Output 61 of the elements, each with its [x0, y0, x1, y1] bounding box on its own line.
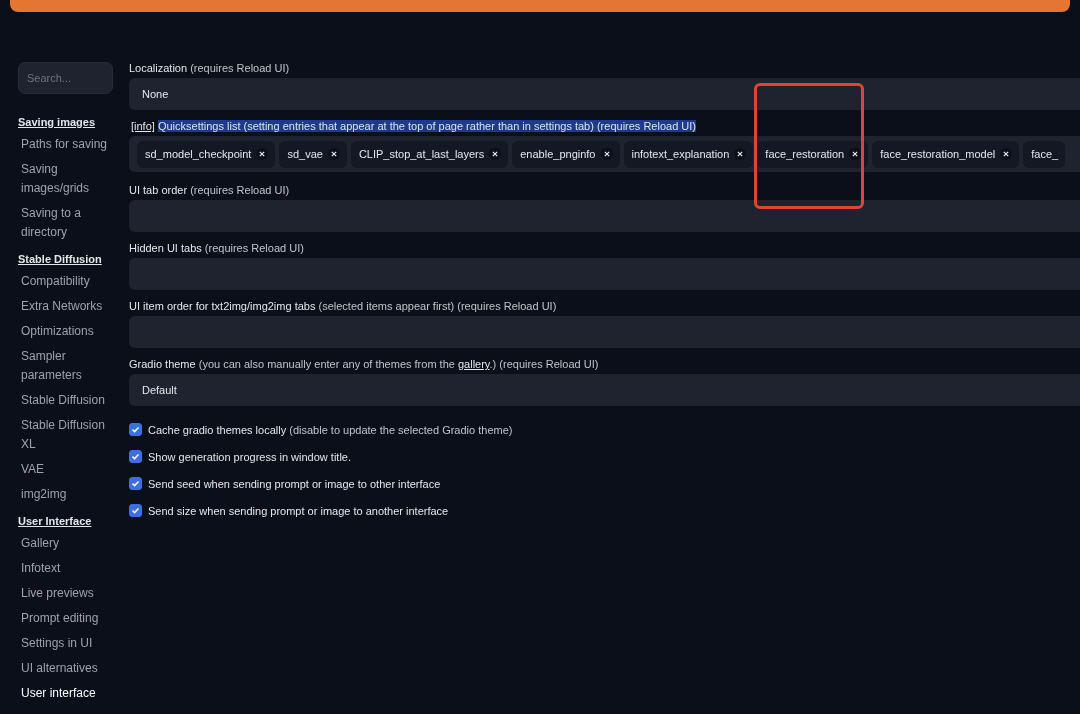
close-icon[interactable]: [849, 148, 862, 160]
checkbox[interactable]: [129, 450, 142, 463]
setting-tag[interactable]: face_: [1023, 140, 1066, 168]
setting-tag[interactable]: infotext_explanation: [623, 140, 754, 168]
setting-tag[interactable]: enable_pnginfo: [512, 140, 620, 168]
setting-label: UI tab order (requires Reload UI): [129, 184, 291, 196]
setting-label: Localization (requires Reload UI): [129, 62, 291, 74]
setting-label: Quicksettings list (setting entries that appear at the top of page rather than in settings tab) (requires Reload UI): [157, 120, 696, 132]
close-icon[interactable]: [327, 148, 340, 160]
checkbox-label: Send seed when sending prompt or image to other interface: [148, 477, 441, 490]
checkbox-label: Send size when sending prompt or image to another interface: [148, 504, 449, 517]
setting-tag[interactable]: sd_vae: [279, 140, 347, 168]
check-icon: [131, 479, 140, 488]
checkbox-label: Show generation progress in window title.: [148, 450, 351, 463]
sidebar-item[interactable]: Extra Networks: [18, 294, 110, 319]
sidebar-item[interactable]: Saving images/grids: [18, 157, 110, 201]
check-icon: [131, 506, 140, 515]
close-icon[interactable]: [489, 148, 502, 160]
sidebar-item[interactable]: Optimizations: [18, 319, 110, 344]
sidebar-item[interactable]: Stable Diffusion: [18, 388, 110, 413]
setting-tag[interactable]: sd_model_checkpoint: [137, 140, 276, 168]
checkbox[interactable]: [129, 477, 142, 490]
checkbox[interactable]: [129, 504, 142, 517]
tag-field[interactable]: sd_model_checkpoint sd_vae CLIP_stop_at_last_layers enable_pnginfo infotext_explanation face_restoration face_restoration_model face_: [129, 136, 1080, 172]
sidebar-item[interactable]: Settings in UI: [18, 631, 110, 656]
dropdown-field[interactable]: None: [129, 78, 1080, 110]
sidebar-item[interactable]: Infotext: [18, 556, 110, 581]
sidebar-item[interactable]: Saving to a directory: [18, 201, 110, 245]
check-icon: [131, 425, 140, 434]
info-link[interactable]: [info]: [131, 120, 155, 132]
sidebar-item[interactable]: UI alternatives: [18, 656, 110, 681]
sidebar-item[interactable]: User interface: [18, 681, 110, 706]
setting-label: UI item order for txt2img/img2img tabs (selected items appear first) (requires Reload UI): [129, 300, 558, 312]
sidebar-item[interactable]: Sampler parameters: [18, 344, 110, 388]
close-icon[interactable]: [256, 148, 269, 160]
setting-label: Gradio theme (you can also manually enter any of themes from the gallery.) (requires Reload UI): [129, 358, 600, 370]
setting-label: Hidden UI tabs (requires Reload UI): [129, 242, 305, 254]
sidebar-item[interactable]: Compatibility: [18, 269, 110, 294]
sidebar-item[interactable]: VAE: [18, 457, 110, 482]
checkbox-label: Cache gradio themes locally (disable to update the selected Gradio theme): [148, 423, 513, 436]
section-heading[interactable]: User Interface: [18, 515, 92, 527]
section-heading[interactable]: Stable Diffusion: [18, 253, 102, 265]
search-field[interactable]: Search...: [18, 62, 113, 94]
checkbox[interactable]: [129, 423, 142, 436]
check-icon: [131, 452, 140, 461]
close-icon[interactable]: [1000, 148, 1013, 160]
close-icon[interactable]: [600, 148, 613, 160]
gallery-link[interactable]: gallery: [457, 358, 490, 370]
sidebar-item[interactable]: Paths for saving: [18, 132, 110, 157]
sidebar-item[interactable]: img2img: [18, 482, 110, 507]
sidebar-item[interactable]: Live previews: [18, 581, 110, 606]
sidebar-item[interactable]: Stable Diffusion XL: [18, 413, 110, 457]
dropdown-field[interactable]: Default: [129, 374, 1080, 406]
close-icon[interactable]: [734, 148, 747, 160]
dropdown-field[interactable]: [129, 200, 1080, 232]
sidebar-item[interactable]: Prompt editing: [18, 606, 110, 631]
sidebar-item[interactable]: Gallery: [18, 531, 110, 556]
section-heading[interactable]: Saving images: [18, 116, 96, 128]
setting-tag[interactable]: face_restoration: [757, 140, 869, 168]
setting-tag[interactable]: face_restoration_model: [872, 140, 1020, 168]
setting-tag[interactable]: CLIP_stop_at_last_layers: [350, 140, 509, 168]
